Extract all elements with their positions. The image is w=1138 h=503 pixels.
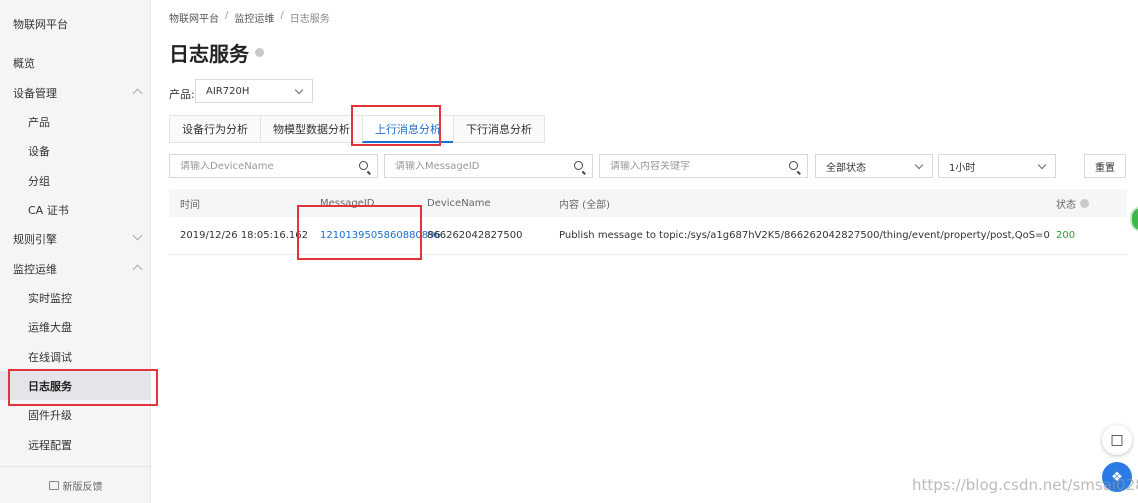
device-name-input[interactable]	[170, 160, 377, 172]
sidebar-item-label: 设备管理	[13, 86, 57, 100]
cell-status: 200	[1056, 230, 1076, 241]
chevron-up-icon	[132, 88, 143, 99]
product-select[interactable]: AIR720H	[195, 79, 313, 103]
breadcrumb-current: 日志服务	[289, 14, 330, 25]
content-keyword-input[interactable]	[600, 160, 807, 172]
header-time: 时间	[180, 199, 200, 211]
tab-device-behavior[interactable]: 设备行为分析	[169, 115, 260, 143]
table-header: 时间 MessageID DeviceName 内容 (全部) 状态	[169, 189, 1127, 217]
table-row: 2019/12/26 18:05:16.162 1210139505860880…	[169, 217, 1127, 255]
sidebar-item-label: CA 证书	[28, 203, 69, 217]
chevron-up-icon	[132, 264, 143, 275]
breadcrumb-separator: /	[225, 10, 229, 21]
sidebar-item-group[interactable]: 分组	[0, 166, 151, 195]
tab-bar: 设备行为分析 物模型数据分析 上行消息分析 下行消息分析	[169, 115, 545, 143]
sidebar-item-firmware-upgrade[interactable]: 固件升级	[0, 400, 151, 429]
time-range-select[interactable]: 1小时	[938, 154, 1056, 178]
breadcrumb-home[interactable]: 物联网平台	[169, 10, 219, 25]
sidebar-item-overview[interactable]: 概览	[0, 48, 151, 77]
feedback-icon	[48, 481, 59, 490]
sidebar-item-label: 产品	[28, 115, 50, 129]
chevron-down-icon	[1037, 160, 1047, 170]
message-id-input[interactable]	[385, 160, 592, 172]
cell-content: Publish message to topic:/sys/a1g687hV2K…	[559, 230, 1050, 241]
sidebar-item-label: 在线调试	[28, 350, 72, 364]
sidebar-divider	[0, 466, 151, 467]
sidebar-item-label: 概览	[13, 56, 35, 70]
status-select[interactable]: 全部状态	[815, 154, 933, 178]
search-icon[interactable]	[789, 161, 798, 170]
sidebar-item-label: 设备	[28, 144, 50, 158]
sidebar-item-remote-config[interactable]: 远程配置	[0, 430, 151, 459]
sidebar-item-online-debug[interactable]: 在线调试	[0, 342, 151, 371]
sidebar: 物联网平台 概览 设备管理 产品 设备 分组 CA 证书 规则引擎 监控运维 实…	[0, 0, 151, 503]
tab-upstream-messages[interactable]: 上行消息分析	[362, 115, 453, 143]
chevron-down-icon	[132, 230, 143, 241]
search-icon[interactable]	[359, 161, 368, 170]
sidebar-item-ops-dashboard[interactable]: 运维大盘	[0, 312, 151, 341]
sidebar-item-realtime-monitor[interactable]: 实时监控	[0, 283, 151, 312]
breadcrumb-separator: /	[280, 10, 284, 21]
sidebar-item-label: 实时监控	[28, 291, 72, 305]
reset-button[interactable]: 重置	[1084, 154, 1126, 178]
tab-thing-model-data[interactable]: 物模型数据分析	[260, 115, 362, 143]
status-select-value: 全部状态	[826, 162, 866, 174]
sidebar-item-ca-cert[interactable]: CA 证书	[0, 195, 151, 224]
sidebar-item-label: 分组	[28, 174, 50, 188]
sidebar-title: 物联网平台	[13, 18, 68, 31]
sidebar-item-label: 日志服务	[28, 379, 72, 393]
header-status-label: 状态	[1056, 199, 1076, 211]
product-select-value: AIR720H	[206, 85, 250, 97]
page-title-text: 日志服务	[169, 42, 249, 66]
sidebar-item-product[interactable]: 产品	[0, 107, 151, 136]
cell-device-name: 866262042827500	[427, 230, 523, 241]
sidebar-item-rule-engine[interactable]: 规则引擎	[0, 224, 151, 253]
watermark: https://blog.csdn.net/smsai028	[912, 476, 1138, 494]
device-name-search	[169, 154, 378, 178]
log-table: 时间 MessageID DeviceName 内容 (全部) 状态 2019/…	[169, 189, 1127, 255]
sidebar-item-log-service[interactable]: 日志服务	[0, 371, 151, 400]
search-icon[interactable]	[574, 161, 583, 170]
sidebar-item-label: 运维大盘	[28, 320, 72, 334]
page-title: 日志服务	[169, 38, 264, 67]
product-label: 产品:	[169, 88, 195, 101]
message-id-search	[384, 154, 593, 178]
floating-assistant-button[interactable]	[1130, 206, 1138, 232]
header-device-name: DeviceName	[427, 197, 491, 209]
help-icon[interactable]	[1080, 198, 1089, 208]
chevron-down-icon	[294, 85, 304, 95]
sidebar-item-label: 监控运维	[13, 262, 57, 276]
header-content[interactable]: 内容 (全部)	[559, 196, 610, 211]
header-status: 状态	[1056, 196, 1089, 211]
breadcrumb-parent[interactable]: 监控运维	[234, 10, 274, 25]
content-search	[599, 154, 808, 178]
feedback-label: 新版反馈	[62, 482, 103, 493]
sidebar-item-device-management[interactable]: 设备管理	[0, 78, 151, 107]
chevron-down-icon	[914, 160, 924, 170]
app-root: 物联网平台 概览 设备管理 产品 设备 分组 CA 证书 规则引擎 监控运维 实…	[0, 0, 1138, 503]
sidebar-item-device[interactable]: 设备	[0, 136, 151, 165]
breadcrumb: 物联网平台 / 监控运维 / 日志服务	[169, 10, 330, 25]
feedback-link[interactable]: 新版反馈	[0, 478, 151, 493]
sidebar-item-label: 规则引擎	[13, 232, 57, 246]
help-icon[interactable]	[255, 48, 264, 57]
sidebar-item-monitoring[interactable]: 监控运维	[0, 254, 151, 283]
sidebar-item-label: 远程配置	[28, 438, 72, 452]
time-range-select-value: 1小时	[949, 162, 976, 174]
cell-time: 2019/12/26 18:05:16.162	[180, 230, 308, 241]
header-message-id: MessageID	[320, 197, 375, 209]
sidebar-item-label: 固件升级	[28, 408, 72, 422]
chat-icon[interactable]: □	[1102, 425, 1132, 455]
tab-downstream-messages[interactable]: 下行消息分析	[453, 115, 545, 143]
cell-message-id-link[interactable]: 1210139505860880896	[320, 230, 441, 241]
